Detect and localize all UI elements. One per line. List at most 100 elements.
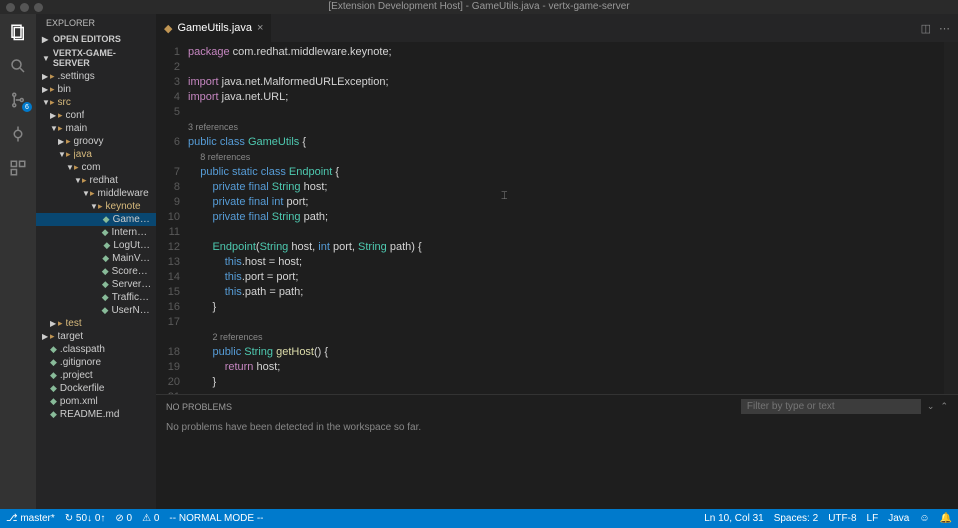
tab-close-icon[interactable]: × xyxy=(257,22,263,34)
tree-label: com xyxy=(82,162,101,173)
file-item[interactable]: ◆InternalServiceVer... xyxy=(36,226,156,239)
folder-item[interactable]: ▶▸conf xyxy=(36,109,156,122)
file-icon: ◆ xyxy=(102,279,109,290)
notifications-icon[interactable]: 🔔 xyxy=(940,513,952,524)
tree-label: bin xyxy=(58,84,71,95)
file-icon: ◆ xyxy=(102,305,109,316)
language-mode[interactable]: Java xyxy=(888,513,909,524)
tree-label: .gitignore xyxy=(60,357,101,368)
editor-area: ◆ GameUtils.java × ◫ ⋯ 12345 6 789101112… xyxy=(156,14,958,509)
file-item[interactable]: ◆UserNameGenerat... xyxy=(36,304,156,317)
folder-icon: ▸ xyxy=(50,97,55,108)
collapse-panel-icon[interactable]: ⌄ xyxy=(927,401,935,412)
file-item[interactable]: ◆LogUtils.java xyxy=(36,239,156,252)
folder-icon: ▸ xyxy=(66,149,71,160)
tree-label: .settings xyxy=(58,71,95,82)
close-panel-icon[interactable]: ⌃ xyxy=(940,401,948,412)
open-editors-section[interactable]: ▶OPEN EDITORS xyxy=(36,32,156,46)
file-item[interactable]: ◆README.md xyxy=(36,408,156,421)
file-item[interactable]: ◆TrafficServerVerti... xyxy=(36,291,156,304)
indentation[interactable]: Spaces: 2 xyxy=(774,513,818,524)
tree-label: MainVerticle.java xyxy=(112,253,152,264)
status-errors[interactable]: ⊘ 0 xyxy=(115,513,132,524)
file-icon: ◆ xyxy=(103,214,110,225)
problems-panel: NO PROBLEMS ⌄ ⌃ No problems have been de… xyxy=(156,394,958,509)
sidebar-title: EXPLORER xyxy=(36,14,156,32)
folder-item[interactable]: ▶▸test xyxy=(36,317,156,330)
tree-label: .project xyxy=(60,370,93,381)
file-item[interactable]: ◆ScoreTimerVerticl... xyxy=(36,265,156,278)
file-tree: ▶▸.settings▶▸bin▼▸src▶▸conf▼▸main▶▸groov… xyxy=(36,70,156,509)
source-control-icon[interactable]: 6 xyxy=(8,90,28,110)
tree-label: GameUtils.java xyxy=(113,214,152,225)
tree-label: InternalServiceVer... xyxy=(112,227,152,238)
file-item[interactable]: ◆pom.xml xyxy=(36,395,156,408)
file-icon: ◆ xyxy=(50,409,57,420)
eol[interactable]: LF xyxy=(867,513,879,524)
activity-bar: 6 xyxy=(0,14,36,509)
extensions-icon[interactable] xyxy=(8,158,28,178)
folder-item[interactable]: ▶▸.settings xyxy=(36,70,156,83)
maximize-window-icon[interactable] xyxy=(34,3,43,12)
status-bar: ⎇ master* ↻ 50↓ 0↑ ⊘ 0 ⚠ 0 -- NORMAL MOD… xyxy=(0,509,958,528)
debug-icon[interactable] xyxy=(8,124,28,144)
tree-label: test xyxy=(66,318,82,329)
folder-icon: ▸ xyxy=(82,175,87,186)
git-branch[interactable]: ⎇ master* xyxy=(6,513,55,524)
git-sync[interactable]: ↻ 50↓ 0↑ xyxy=(65,513,106,524)
tree-label: ServerVerticle.java xyxy=(112,279,152,290)
tree-label: pom.xml xyxy=(60,396,98,407)
search-icon[interactable] xyxy=(8,56,28,76)
editor-tabs: ◆ GameUtils.java × ◫ ⋯ xyxy=(156,14,958,42)
folder-item[interactable]: ▼▸main xyxy=(36,122,156,135)
file-item[interactable]: ◆Dockerfile xyxy=(36,382,156,395)
folder-item[interactable]: ▼▸keynote xyxy=(36,200,156,213)
folder-item[interactable]: ▶▸target xyxy=(36,330,156,343)
cursor-position[interactable]: Ln 10, Col 31 xyxy=(704,513,764,524)
tree-label: java xyxy=(74,149,92,160)
folder-item[interactable]: ▼▸java xyxy=(36,148,156,161)
tree-label: README.md xyxy=(60,409,119,420)
folder-item[interactable]: ▼▸middleware xyxy=(36,187,156,200)
feedback-icon[interactable]: ☺ xyxy=(919,513,929,524)
tree-label: TrafficServerVerti... xyxy=(112,292,152,303)
more-actions-icon[interactable]: ⋯ xyxy=(939,22,950,35)
folder-item[interactable]: ▼▸src xyxy=(36,96,156,109)
file-item[interactable]: ◆.project xyxy=(36,369,156,382)
encoding[interactable]: UTF-8 xyxy=(828,513,856,524)
file-icon: ◆ xyxy=(102,253,109,264)
minimap[interactable] xyxy=(944,42,958,394)
problems-message: No problems have been detected in the wo… xyxy=(156,418,958,437)
tree-label: conf xyxy=(66,110,85,121)
java-file-icon: ◆ xyxy=(164,22,172,35)
file-item[interactable]: ◆MainVerticle.java xyxy=(36,252,156,265)
project-section[interactable]: ▼VERTX-GAME-SERVER xyxy=(36,46,156,70)
tree-label: ScoreTimerVerticl... xyxy=(112,266,152,277)
explorer-icon[interactable] xyxy=(8,22,28,42)
window-title: [Extension Development Host] - GameUtils… xyxy=(0,0,958,14)
folder-icon: ▸ xyxy=(66,136,71,147)
split-editor-icon[interactable]: ◫ xyxy=(921,22,931,35)
file-icon: ◆ xyxy=(50,344,57,355)
folder-item[interactable]: ▼▸redhat xyxy=(36,174,156,187)
close-window-icon[interactable] xyxy=(6,3,15,12)
tree-label: UserNameGenerat... xyxy=(111,305,152,316)
tree-label: redhat xyxy=(90,175,118,186)
text-cursor-icon: ⌶ xyxy=(501,189,508,204)
panel-title: NO PROBLEMS xyxy=(166,402,232,412)
problems-filter-input[interactable] xyxy=(741,399,921,414)
file-item[interactable]: ◆GameUtils.java xyxy=(36,213,156,226)
code-editor[interactable]: 12345 6 7891011121314151617 18192021 222… xyxy=(156,42,958,394)
file-item[interactable]: ◆ServerVerticle.java xyxy=(36,278,156,291)
folder-item[interactable]: ▶▸bin xyxy=(36,83,156,96)
status-warnings[interactable]: ⚠ 0 xyxy=(142,513,159,524)
code-content[interactable]: package com.redhat.middleware.keynote; i… xyxy=(188,42,958,394)
folder-item[interactable]: ▼▸com xyxy=(36,161,156,174)
tree-label: middleware xyxy=(98,188,149,199)
minimize-window-icon[interactable] xyxy=(20,3,29,12)
tab-gameutils[interactable]: ◆ GameUtils.java × xyxy=(156,14,271,42)
file-icon: ◆ xyxy=(50,383,57,394)
folder-item[interactable]: ▶▸groovy xyxy=(36,135,156,148)
file-item[interactable]: ◆.gitignore xyxy=(36,356,156,369)
file-item[interactable]: ◆.classpath xyxy=(36,343,156,356)
